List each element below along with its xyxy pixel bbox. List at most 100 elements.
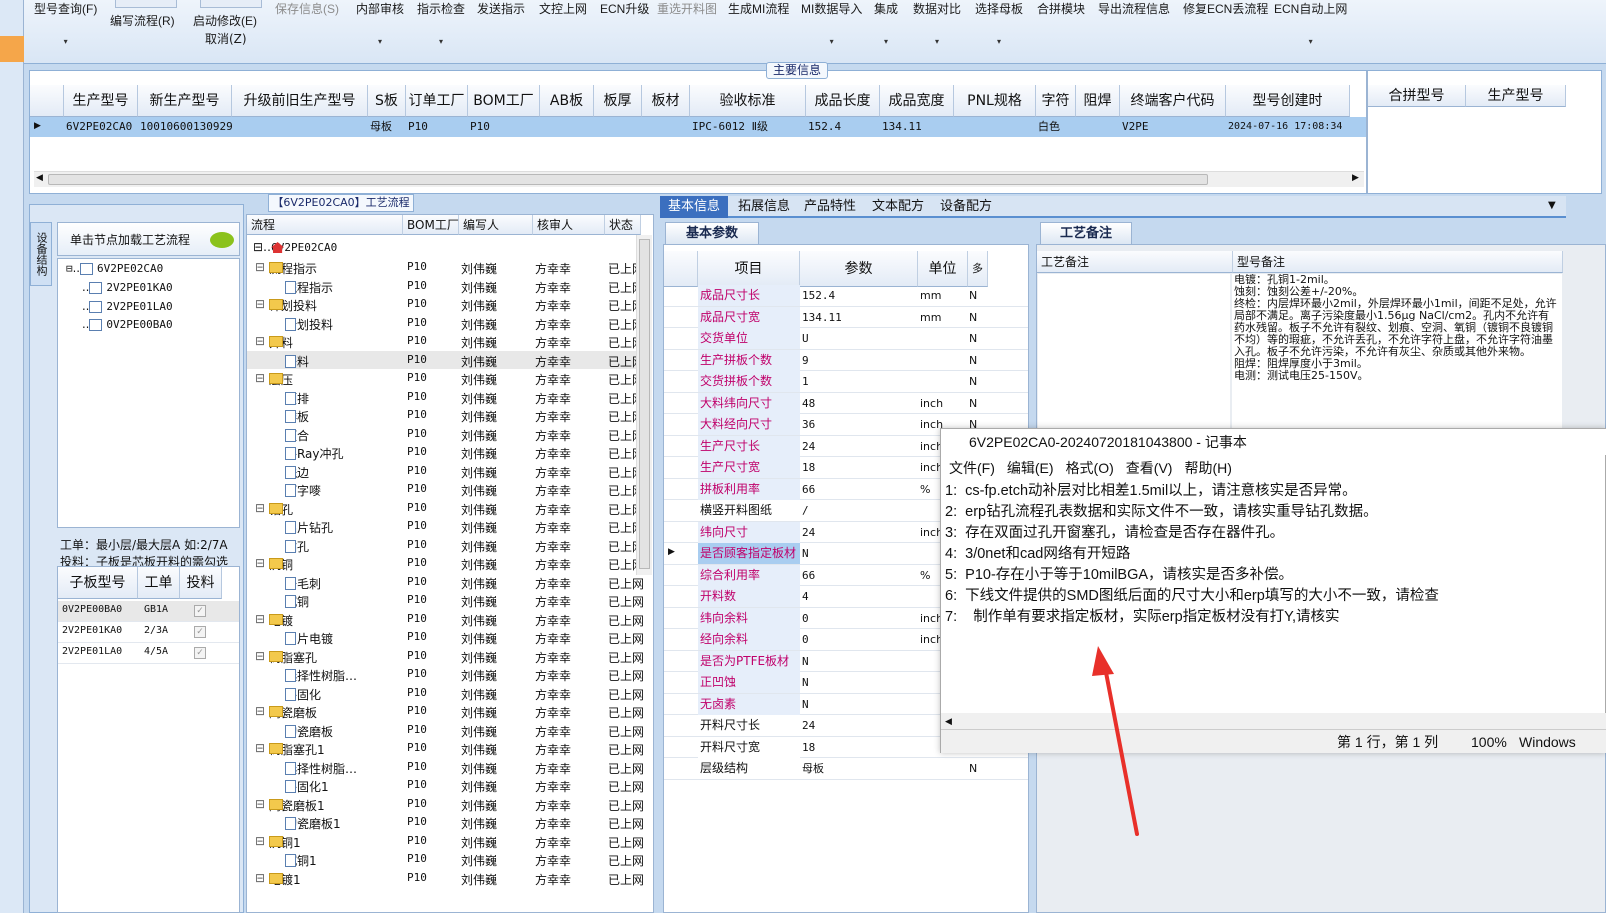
process-row[interactable]: ⊟电镀P10刘伟巍方幸幸已上网 <box>247 610 644 629</box>
tab-2[interactable]: 产品特性 <box>796 196 864 218</box>
main-col-header[interactable]: 型号创建时 <box>1226 85 1350 117</box>
toolbar-button-2[interactable]: 启动修改(E) <box>193 12 257 29</box>
toolbar-button-17[interactable]: 修复ECN丢流程 <box>1183 0 1268 17</box>
process-col-header[interactable]: 状态 <box>605 215 641 235</box>
process-col-header[interactable]: 流程 <box>247 215 403 235</box>
process-row[interactable]: 终固化1 P10 刘伟巍 方幸幸 已上网 <box>247 776 644 795</box>
param-value[interactable]: 24 <box>802 436 815 457</box>
param-value[interactable]: N <box>802 543 809 564</box>
process-row[interactable]: ⊟ 沉铜1 P10 刘伟巍 方幸幸 已上网 <box>247 832 644 851</box>
param-row[interactable]: 交货拼板个数 1 N <box>664 371 1028 393</box>
process-row[interactable]: ⊟ 流程指示 P10 刘伟巍 方幸幸 已上网 <box>247 258 644 277</box>
cancel-button[interactable]: 取消(Z) <box>205 30 247 47</box>
main-col-header[interactable]: 板厚 <box>594 85 642 117</box>
process-row[interactable]: 负片电镀 P10 刘伟巍 方幸幸 已上网 <box>247 628 644 647</box>
param-value[interactable]: 48 <box>802 393 815 414</box>
param-value[interactable]: 母板 <box>802 758 824 779</box>
main-col-header[interactable]: 字符 <box>1036 85 1076 117</box>
param-value[interactable]: 66 <box>802 479 815 500</box>
merge-col-header[interactable]: 生产型号 <box>1466 85 1566 107</box>
toolbar-button-8[interactable]: ECN升级 <box>600 0 649 17</box>
toolbar-button-16[interactable]: 导出流程信息 <box>1098 0 1170 17</box>
param-value[interactable]: 0 <box>802 629 809 650</box>
param-row[interactable]: 成品尺寸长 152.4 mm N <box>664 285 1028 307</box>
notepad-menu-item[interactable]: 帮助(H) <box>1184 460 1231 476</box>
process-row[interactable]: 压合 P10 刘伟巍 方幸幸 已上网 <box>247 425 644 444</box>
main-col-header[interactable]: 订单工厂 <box>406 85 468 117</box>
main-col-header[interactable]: 生产型号 <box>64 85 138 117</box>
param-value[interactable]: 134.11 <box>802 307 842 328</box>
main-info-hscrollbar[interactable]: ◀ ▶ <box>34 171 1364 187</box>
toolbar-button-13[interactable]: 数据对比 ▾ <box>913 0 961 47</box>
main-col-header[interactable]: 板材 <box>642 85 690 117</box>
tree-node[interactable]: ‥ 2V2PE01LA0 <box>82 300 173 313</box>
scroll-left-icon[interactable]: ◀ <box>36 173 43 183</box>
process-row[interactable]: ⊟ 树脂塞孔 P10 刘伟巍 方幸幸 已上网 <box>247 647 644 666</box>
toolbar-button-4[interactable]: 内部审核 ▾ <box>356 0 404 47</box>
process-row[interactable]: 沉铜 P10 刘伟巍 方幸幸 已上网 <box>247 591 644 610</box>
toolbar-button-7[interactable]: 文控上网 <box>539 0 587 17</box>
process-row[interactable]: 选择性树脂… P10 刘伟巍 方幸幸 已上网 <box>247 665 644 684</box>
tab-3[interactable]: 文本配方 <box>864 196 932 218</box>
sub-col-header[interactable]: 投料 <box>180 567 222 599</box>
tab-0[interactable]: 基本信息 <box>660 196 729 218</box>
process-col-header[interactable]: BOM工厂 <box>403 215 459 235</box>
notepad-menu-item[interactable]: 查看(V) <box>1126 460 1173 476</box>
main-col-header[interactable]: S板 <box>368 85 406 117</box>
param-row[interactable]: 层级结构 母板 N <box>664 758 1028 780</box>
toolbar-button-1[interactable]: 编写流程(R) <box>110 12 175 29</box>
main-col-header[interactable]: 成品宽度 <box>880 85 954 117</box>
param-row[interactable]: 交货单位 U N <box>664 328 1028 350</box>
feed-checkbox[interactable]: ✓ <box>194 647 206 659</box>
tree-node[interactable]: ‥ 0V2PE00BA0 <box>82 318 173 331</box>
param-value[interactable]: 24 <box>802 522 815 543</box>
process-col-header[interactable]: 核审人 <box>533 215 605 235</box>
process-row[interactable]: 打字嘜 P10 刘伟巍 方幸幸 已上网 <box>247 480 644 499</box>
param-value[interactable]: N <box>802 672 809 693</box>
scroll-right-icon[interactable]: ▶ <box>1352 173 1359 183</box>
toolbar-button-11[interactable]: MI数据导入 ▾ <box>801 0 862 47</box>
process-row[interactable]: 选择性树脂… P10 刘伟巍 方幸幸 已上网 <box>247 758 644 777</box>
toolbar-button-10[interactable]: 生成MI流程 <box>728 0 789 17</box>
process-vscrollbar[interactable] <box>636 235 652 575</box>
toolbar-button-5[interactable]: 指示检查 ▾ <box>417 0 465 47</box>
main-col-header[interactable]: 终端客户代码 <box>1120 85 1226 117</box>
notepad-menu-item[interactable]: 编辑(E) <box>1007 460 1054 476</box>
param-value[interactable]: 18 <box>802 737 815 758</box>
tab-1[interactable]: 拓展信息 <box>730 196 798 218</box>
process-row[interactable]: 计划投料 P10 刘伟巍 方幸幸 已上网 <box>247 314 644 333</box>
feed-checkbox[interactable]: ✓ <box>194 605 206 617</box>
param-col-header[interactable]: 多 <box>968 251 988 287</box>
main-col-header[interactable]: 升级前旧生产型号 <box>232 85 368 117</box>
process-row[interactable]: 铣边 P10 刘伟巍 方幸幸 已上网 <box>247 462 644 481</box>
model-notes-text[interactable]: 电镀：孔铜1-2mil。 蚀刻：蚀刻公差+/-20%。 终检：内层焊环最小2mi… <box>1232 274 1562 434</box>
toolbar-button-3[interactable]: 保存信息(S) <box>275 0 339 17</box>
param-row[interactable]: 成品尺寸宽 134.11 mm N <box>664 306 1028 328</box>
feed-checkbox[interactable]: ✓ <box>194 626 206 638</box>
craft-notes-field[interactable] <box>1038 274 1230 434</box>
process-row[interactable]: 开料 P10 刘伟巍 方幸幸 已上网 <box>247 350 644 369</box>
param-value[interactable]: 66 <box>802 565 815 586</box>
vertical-tab-device-structure[interactable]: 设备结构 <box>30 222 52 286</box>
process-row[interactable]: ⊟层压P10刘伟巍方幸幸已上网 <box>247 369 644 388</box>
main-col-header[interactable]: 验收标准 <box>690 85 806 117</box>
process-row[interactable]: 沉铜1 P10 刘伟巍 方幸幸 已上网 <box>247 850 644 869</box>
main-col-header[interactable]: BOM工厂 <box>468 85 540 117</box>
process-root-row[interactable]: ⊟‥ 6V2PE02CA0 <box>247 238 639 257</box>
tab-4[interactable]: 设备配方 <box>932 196 1000 218</box>
main-info-row[interactable]: ▶ 6V2PE02CA0 10010600130929 母板 P10 P10 IPC-60… <box>30 117 1366 137</box>
process-row[interactable]: ⊟ 计划投料 P10 刘伟巍 方幸幸 已上网 <box>247 295 644 314</box>
process-row[interactable]: ⊟ 陶瓷磨板1 P10 刘伟巍 方幸幸 已上网 <box>247 795 644 814</box>
param-value[interactable]: 18 <box>802 457 815 478</box>
main-col-header[interactable]: AB板 <box>540 85 594 117</box>
tree-node[interactable]: ‥ 2V2PE01KA0 <box>82 281 173 294</box>
toolbar-button-12[interactable]: 集成 ▾ <box>874 0 898 47</box>
process-row[interactable]: ⊟ 树脂塞孔1 P10 刘伟巍 方幸幸 已上网 <box>247 739 644 758</box>
notepad-text-area[interactable]: 1: cs-fp.etch动补层对比相差1.5mil以上，请注意核实是否异常。 2… <box>945 481 1595 713</box>
notepad-hscrollbar[interactable]: ◀ <box>941 713 1606 729</box>
toolbar-button-15[interactable]: 合拼模块 <box>1037 0 1085 17</box>
param-value[interactable]: 152.4 <box>802 285 835 306</box>
sub-row[interactable]: 0V2PE00BA0 GB1A ✓ <box>58 601 239 622</box>
process-col-header[interactable]: 编写人 <box>459 215 533 235</box>
process-row[interactable]: 陶瓷磨板1 P10 刘伟巍 方幸幸 已上网 <box>247 813 644 832</box>
